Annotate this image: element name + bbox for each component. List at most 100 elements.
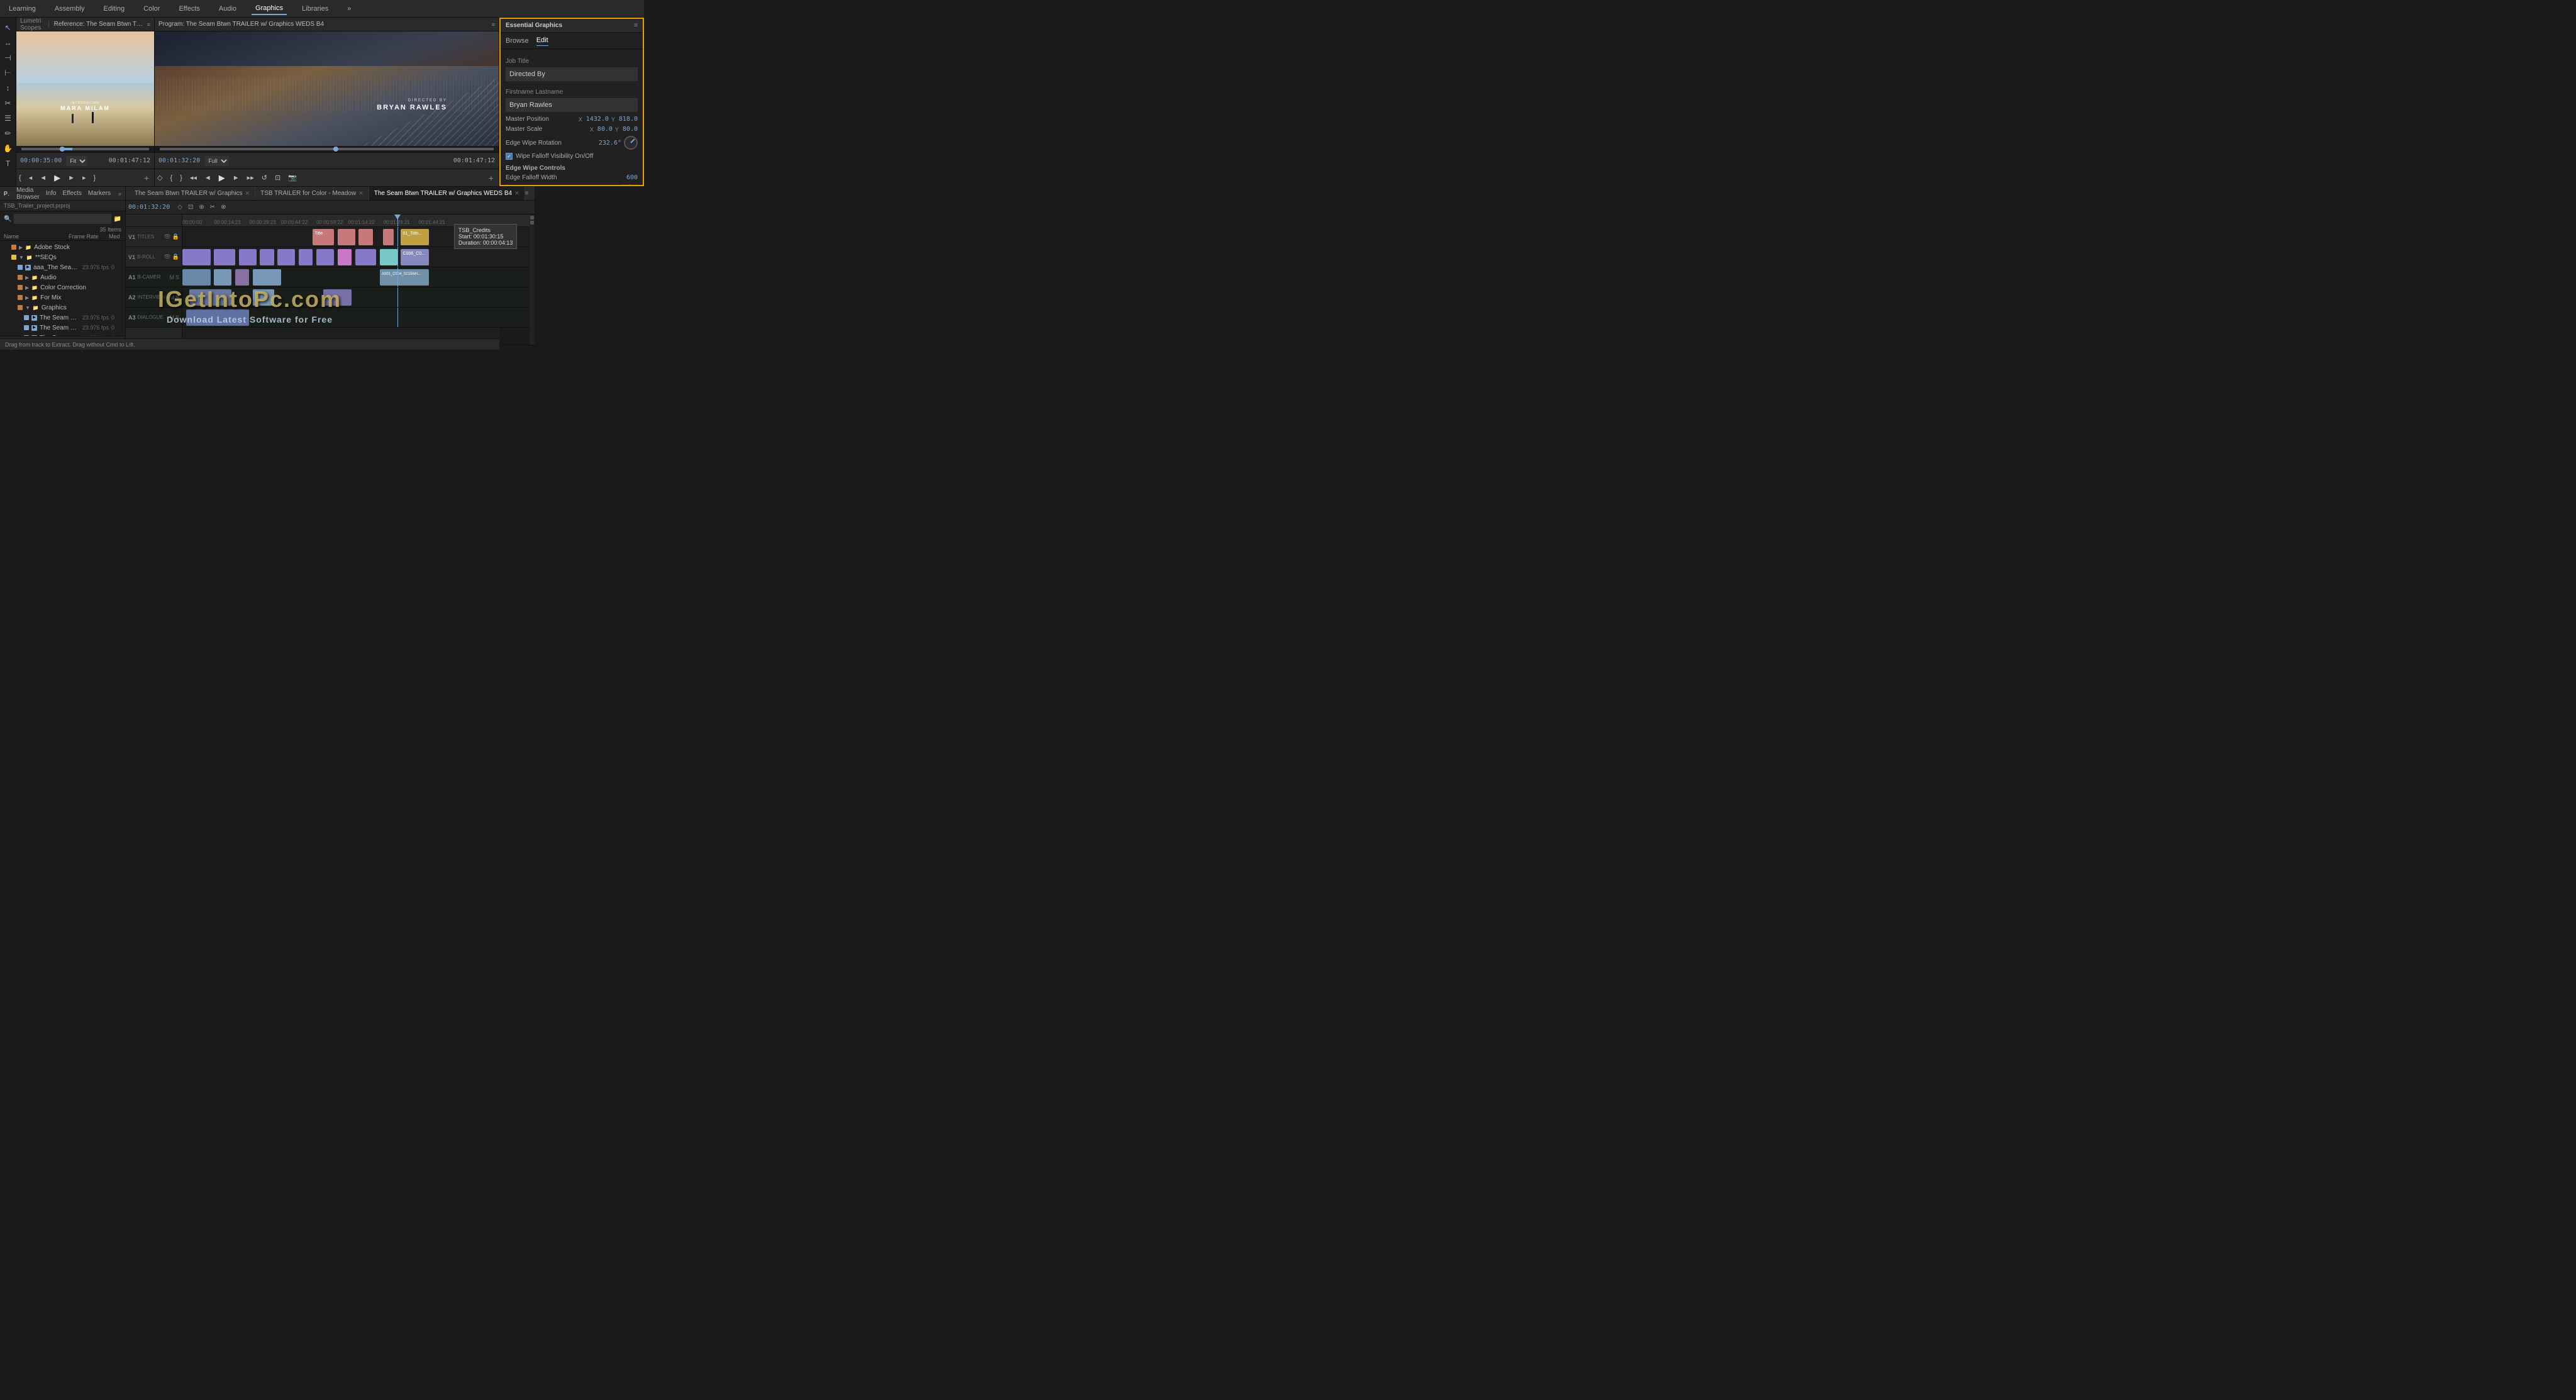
- eg-firstname-input[interactable]: [506, 98, 638, 112]
- close-icon[interactable]: ✕: [358, 190, 364, 197]
- clip[interactable]: [214, 269, 231, 286]
- clip[interactable]: [239, 249, 257, 265]
- clip[interactable]: C006_C0...: [401, 249, 429, 265]
- timeline-tabs-more[interactable]: ≡: [525, 190, 531, 197]
- program-add-marker[interactable]: ◇: [155, 172, 165, 184]
- eg-wipe-falloff-checkbox[interactable]: [506, 153, 513, 160]
- rate-stretch-tool[interactable]: ↕: [2, 82, 14, 94]
- mute-icon[interactable]: M: [169, 274, 174, 281]
- menu-color[interactable]: Color: [140, 3, 164, 14]
- list-item[interactable]: Audio: [0, 272, 125, 282]
- list-item[interactable]: **SEQs: [0, 252, 125, 262]
- clip[interactable]: [182, 269, 211, 286]
- solo-icon[interactable]: S: [175, 294, 179, 301]
- timeline-tab-3[interactable]: The Seam Btwn TRAILER w/ Graphics WEDS B…: [369, 187, 525, 201]
- project-tab-effects[interactable]: Effects: [62, 190, 81, 197]
- program-mini-timeline[interactable]: [155, 146, 499, 152]
- program-add-button[interactable]: +: [489, 173, 499, 183]
- tl-link[interactable]: ⊕: [197, 203, 206, 211]
- clip[interactable]: [338, 249, 352, 265]
- slip-tool[interactable]: ☰: [2, 112, 14, 125]
- lock-icon[interactable]: 🔒: [172, 233, 179, 240]
- playhead[interactable]: [397, 214, 398, 226]
- timeline-current-time[interactable]: 00:01:32:20: [128, 204, 170, 211]
- program-monitor-menu-icon[interactable]: ≡: [492, 21, 495, 28]
- solo-icon[interactable]: S: [175, 274, 179, 281]
- menu-editing[interactable]: Editing: [100, 3, 129, 14]
- eg-tab-browse[interactable]: Browse: [506, 36, 529, 46]
- selection-tool[interactable]: ↖: [2, 21, 14, 34]
- source-add-button[interactable]: +: [144, 173, 154, 183]
- clip[interactable]: Title: [313, 229, 334, 245]
- project-tab-media-browser[interactable]: Media Browser: [16, 187, 40, 201]
- clip[interactable]: [316, 249, 334, 265]
- source-play[interactable]: ▶: [52, 171, 63, 185]
- timeline-tab-1[interactable]: The Seam Btwn TRAILER w/ Graphics ✕: [130, 187, 255, 201]
- tl-add-marker[interactable]: ◇: [175, 203, 184, 211]
- clip[interactable]: [355, 249, 377, 265]
- menu-libraries[interactable]: Libraries: [298, 3, 332, 14]
- tl-autoselect[interactable]: ⊗: [219, 203, 228, 211]
- clip[interactable]: [189, 289, 231, 306]
- source-zoom-select[interactable]: Fit: [66, 156, 87, 166]
- clip[interactable]: [253, 289, 274, 306]
- clip[interactable]: [277, 249, 295, 265]
- tl-razor[interactable]: ✂: [208, 203, 217, 211]
- text-tool[interactable]: T: [2, 157, 14, 170]
- source-mini-timeline[interactable]: [16, 146, 154, 152]
- clip[interactable]: [186, 309, 250, 326]
- program-next-edit[interactable]: ▸▸: [245, 172, 257, 184]
- list-item[interactable]: For Mix: [0, 292, 125, 303]
- lock-icon[interactable]: 🔒: [172, 253, 179, 260]
- razor-tool[interactable]: ✂: [2, 97, 14, 109]
- clip[interactable]: [235, 269, 249, 286]
- menu-assembly[interactable]: Assembly: [51, 3, 89, 14]
- track-row-a2[interactable]: [182, 287, 535, 308]
- project-tab-project[interactable]: Project: TSB_Trailer_project: [4, 191, 10, 197]
- project-tab-info[interactable]: Info: [46, 190, 57, 197]
- rolling-edit-tool[interactable]: ⊢: [2, 67, 14, 79]
- project-panel-more[interactable]: »: [118, 191, 121, 197]
- program-safe-margin[interactable]: ⊡: [272, 172, 283, 184]
- eg-edge-falloff-value[interactable]: 600: [619, 174, 638, 181]
- eye-icon[interactable]: 👁: [164, 253, 170, 260]
- clip[interactable]: [214, 249, 235, 265]
- source-mark-out[interactable]: }: [91, 172, 99, 184]
- solo-icon[interactable]: S: [175, 314, 179, 321]
- program-loop[interactable]: ↺: [259, 172, 270, 184]
- source-next-keyframe[interactable]: ▸: [80, 172, 89, 184]
- source-tab-2[interactable]: Reference: The Seam Btwn TRAILER w/ Grap…: [54, 21, 145, 28]
- eg-edge-wipe-rotation-value[interactable]: 232.6°: [599, 140, 621, 147]
- list-item[interactable]: Graphics: [0, 303, 125, 313]
- close-icon[interactable]: ✕: [514, 190, 519, 197]
- pen-tool[interactable]: ✏: [2, 127, 14, 140]
- clip[interactable]: [380, 249, 397, 265]
- clip[interactable]: A001_C004_0215NH...: [380, 269, 429, 286]
- source-step-forward[interactable]: ►: [65, 172, 77, 184]
- eg-master-position-x[interactable]: 1432.0: [586, 116, 609, 123]
- source-timecode[interactable]: 00:00:35:00: [20, 157, 62, 164]
- program-timecode[interactable]: 00:01:32:20: [158, 157, 200, 164]
- clip[interactable]: [253, 269, 281, 286]
- eye-icon[interactable]: 👁: [164, 233, 170, 240]
- menu-more-icon[interactable]: »: [343, 3, 355, 14]
- menu-graphics[interactable]: Graphics: [252, 3, 287, 15]
- hand-tool[interactable]: ✋: [2, 142, 14, 155]
- program-play[interactable]: ▶: [216, 171, 228, 185]
- program-zoom-select[interactable]: Full: [204, 156, 229, 166]
- eg-rotation-dial[interactable]: [624, 136, 638, 150]
- program-mark-in[interactable]: {: [167, 172, 175, 184]
- eg-master-scale-y[interactable]: 80.0: [623, 126, 638, 133]
- close-icon[interactable]: ✕: [245, 190, 250, 197]
- eg-tab-edit[interactable]: Edit: [536, 35, 548, 46]
- menu-learning[interactable]: Learning: [5, 3, 40, 14]
- project-search-input[interactable]: [14, 214, 111, 224]
- program-mark-out[interactable]: }: [177, 172, 185, 184]
- list-item[interactable]: ▶ aaa_The Seam Btwn TRAILER MASTER 23.97…: [0, 262, 125, 272]
- source-more-icon[interactable]: ≡: [147, 21, 150, 28]
- list-item[interactable]: ▶ The Seam Btwn TRAILER w/ Graphics 23.9…: [0, 313, 125, 323]
- eg-master-position-y[interactable]: 818.0: [619, 116, 638, 123]
- list-item[interactable]: ▶ The Seam Btwn TRAILER w/ Graphics CHAN…: [0, 323, 125, 333]
- track-row-broll[interactable]: C006_C0... TSB_Credits Start: 00:01:30:1…: [182, 247, 535, 267]
- eg-master-scale-x[interactable]: 80.0: [597, 126, 613, 133]
